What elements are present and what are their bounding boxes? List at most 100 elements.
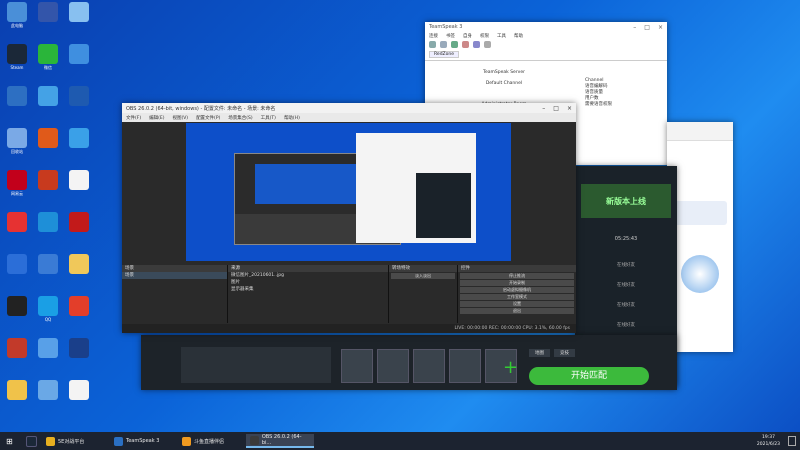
obs-menu-item[interactable]: 场景集合(S) bbox=[228, 115, 252, 121]
settings-icon[interactable] bbox=[484, 41, 491, 48]
transition-select[interactable]: 淡入淡出 bbox=[391, 273, 455, 279]
desktop-icon[interactable] bbox=[2, 254, 32, 275]
desktop-icon[interactable]: 微信 bbox=[33, 44, 63, 70]
taskbar-app-obs[interactable]: OBS 26.0.2 (64-bi... bbox=[246, 434, 314, 448]
desktop-icon[interactable] bbox=[2, 212, 32, 233]
obs-title: OBS 26.0.2 (64-bit, windows) - 配置文件: 未命名… bbox=[126, 105, 276, 112]
connect-icon[interactable] bbox=[429, 41, 436, 48]
obs-preview[interactable] bbox=[186, 123, 511, 261]
desktop-icon[interactable] bbox=[33, 128, 63, 149]
tab-server[interactable]: RedZone bbox=[429, 51, 460, 58]
ts-menu-item[interactable]: 帮助 bbox=[514, 33, 523, 39]
add-player-icon[interactable]: + bbox=[503, 357, 518, 378]
source-item[interactable]: 微信图片_20210601..jpg bbox=[228, 272, 388, 279]
ts-menu-item[interactable]: 自身 bbox=[463, 33, 472, 39]
default-channel[interactable]: Default Channel bbox=[429, 81, 579, 86]
maximize-icon[interactable]: □ bbox=[553, 105, 559, 112]
desktop-icon[interactable] bbox=[64, 2, 94, 23]
obs-menu-item[interactable]: 文件(F) bbox=[126, 115, 141, 121]
start-record-button[interactable]: 开始录制 bbox=[460, 280, 574, 286]
desktop-icon[interactable] bbox=[33, 338, 63, 359]
promo-banner[interactable]: 新版本上线 bbox=[581, 184, 671, 218]
player-slot[interactable] bbox=[341, 349, 373, 383]
steam-taskbar-icon[interactable] bbox=[22, 434, 41, 448]
desktop-icon[interactable]: 此电脑 bbox=[2, 2, 32, 28]
taskbar-app-teamspeak[interactable]: TeamSpeak 3 bbox=[110, 434, 175, 448]
taskbar-app-5e[interactable]: 5E对战平台 bbox=[42, 434, 104, 448]
desktop-icon[interactable] bbox=[64, 254, 94, 275]
desktop-icon[interactable] bbox=[64, 380, 94, 401]
ts-menu-item[interactable]: 连接 bbox=[429, 33, 438, 39]
list-item[interactable]: 在线好友 bbox=[575, 296, 677, 316]
app-icon bbox=[38, 44, 58, 64]
desktop-icon[interactable] bbox=[2, 296, 32, 317]
friend-list: 在线好友 在线好友 在线好友 在线好友 bbox=[575, 256, 677, 336]
list-item[interactable]: 在线好友 bbox=[575, 316, 677, 336]
desktop-icon[interactable] bbox=[64, 338, 94, 359]
desktop-icon[interactable] bbox=[33, 380, 63, 401]
system-clock[interactable]: 19:37 2021/6/23 bbox=[757, 434, 780, 448]
player-slot[interactable] bbox=[413, 349, 445, 383]
obs-menu-item[interactable]: 配置文件(P) bbox=[196, 115, 220, 121]
desktop-icon[interactable] bbox=[33, 170, 63, 191]
desktop-icon[interactable] bbox=[33, 86, 63, 107]
taskbar-app-douyu[interactable]: 斗鱼直播伴侣 bbox=[178, 434, 243, 448]
desktop-icon[interactable]: 回收站 bbox=[2, 128, 32, 154]
maximize-icon[interactable]: □ bbox=[644, 24, 650, 31]
virtual-cam-button[interactable]: 启动虚拟摄像机 bbox=[460, 287, 574, 293]
obs-menu-item[interactable]: 编辑(E) bbox=[149, 115, 164, 121]
teamspeak-titlebar[interactable]: TeamSpeak 3 – □ × bbox=[425, 22, 667, 32]
ts-menu-item[interactable]: 工具 bbox=[497, 33, 506, 39]
desktop-icon[interactable] bbox=[33, 212, 63, 233]
desktop-icon[interactable] bbox=[64, 128, 94, 149]
desktop-icon[interactable]: 网易云 bbox=[2, 170, 32, 196]
desktop-icon[interactable] bbox=[33, 254, 63, 275]
obs-menu-item[interactable]: 工具(T) bbox=[261, 115, 276, 121]
player-slot[interactable] bbox=[377, 349, 409, 383]
desktop-icon[interactable]: QQ bbox=[33, 296, 63, 322]
start-match-button[interactable]: 开始匹配 bbox=[529, 367, 649, 385]
start-button[interactable]: ⊞ bbox=[2, 434, 17, 448]
game-lobby-window[interactable]: + 地图 竞技 开始匹配 bbox=[141, 335, 677, 390]
source-item[interactable]: 图片 bbox=[228, 279, 388, 286]
mute-icon[interactable] bbox=[462, 41, 469, 48]
server-name[interactable]: TeamSpeak Server bbox=[429, 70, 579, 75]
source-item[interactable]: 显示器采集 bbox=[228, 286, 388, 293]
close-icon[interactable]: × bbox=[567, 105, 572, 112]
desktop-icon[interactable] bbox=[64, 44, 94, 65]
desktop-icon[interactable] bbox=[64, 86, 94, 107]
desktop-icon[interactable] bbox=[2, 380, 32, 401]
player-slot[interactable] bbox=[449, 349, 481, 383]
disconnect-icon[interactable] bbox=[440, 41, 447, 48]
obs-window[interactable]: OBS 26.0.2 (64-bit, windows) - 配置文件: 未命名… bbox=[122, 103, 576, 333]
stop-stream-button[interactable]: 停止推流 bbox=[460, 273, 574, 279]
minimize-icon[interactable]: – bbox=[542, 105, 545, 112]
desktop-icon[interactable] bbox=[64, 170, 94, 191]
obs-menu-item[interactable]: 视图(V) bbox=[172, 115, 188, 121]
desktop-icon[interactable] bbox=[2, 338, 32, 359]
minimize-icon[interactable]: – bbox=[633, 24, 636, 31]
notification-icon[interactable] bbox=[788, 436, 796, 446]
ts-menu-item[interactable]: 权限 bbox=[480, 33, 489, 39]
desktop-icon[interactable] bbox=[64, 296, 94, 317]
desktop-icon[interactable] bbox=[64, 212, 94, 233]
close-icon[interactable]: × bbox=[658, 24, 663, 31]
obs-titlebar[interactable]: OBS 26.0.2 (64-bit, windows) - 配置文件: 未命名… bbox=[122, 103, 576, 113]
scene-item[interactable]: 场景 bbox=[122, 272, 227, 279]
list-item[interactable]: 在线好友 bbox=[575, 276, 677, 296]
mode-select[interactable]: 竞技 bbox=[554, 349, 575, 357]
exit-button[interactable]: 退出 bbox=[460, 308, 574, 314]
map-select[interactable]: 地图 bbox=[529, 349, 550, 357]
list-item[interactable]: 在线好友 bbox=[575, 256, 677, 276]
desktop-icon[interactable] bbox=[33, 2, 63, 23]
bookmark-icon[interactable] bbox=[451, 41, 458, 48]
studio-mode-button[interactable]: 工作室模式 bbox=[460, 294, 574, 300]
app-icon bbox=[69, 212, 89, 232]
settings-button[interactable]: 设置 bbox=[460, 301, 574, 307]
away-icon[interactable] bbox=[473, 41, 480, 48]
sources-dock: 来源 微信图片_20210601..jpg 图片 显示器采集 bbox=[228, 265, 389, 323]
desktop-icon[interactable]: Steam bbox=[2, 44, 32, 70]
ts-menu-item[interactable]: 书签 bbox=[446, 33, 455, 39]
obs-menu-item[interactable]: 帮助(H) bbox=[284, 115, 300, 121]
desktop-icon[interactable] bbox=[2, 86, 32, 107]
